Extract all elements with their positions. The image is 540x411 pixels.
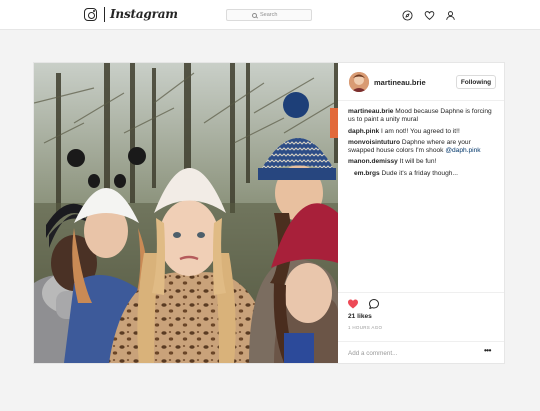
comment-text: I am not!! You agreed to it!! (380, 127, 460, 135)
search-box[interactable] (226, 9, 312, 21)
top-navigation-bar: Instagram (0, 0, 540, 30)
comment-username[interactable]: manon.demissy (348, 158, 398, 165)
logo-divider (104, 7, 105, 22)
author-username[interactable]: martineau.brie (374, 78, 426, 87)
instagram-wordmark[interactable]: Instagram (110, 7, 178, 21)
more-options-icon[interactable]: ••• (484, 346, 491, 355)
profile-icon[interactable] (445, 10, 456, 21)
search-icon (252, 12, 257, 18)
comment-username[interactable]: monvoisintuturo (348, 139, 400, 146)
comment: em.brgs Dude it's a friday though... (348, 170, 498, 178)
post-header: martineau.brie Following (338, 63, 504, 101)
post-side-panel: martineau.brie Following martineau.brie … (338, 63, 504, 363)
post-timestamp: 1 HOURS AGO (348, 325, 383, 330)
post-photo[interactable] (34, 63, 338, 363)
post-actions (338, 292, 504, 309)
likes-count[interactable]: 21 likes (348, 313, 372, 320)
comment: manon.demissy It will be fun! (348, 158, 498, 166)
like-heart-icon[interactable] (347, 298, 359, 310)
comment-bubble-icon[interactable] (368, 298, 380, 310)
add-comment-bar: ••• (338, 341, 504, 363)
comment: monvoisintuturo Daphne where are your sw… (348, 139, 498, 156)
comment-text: Dude it's a friday though... (381, 169, 458, 177)
comment: daph.pink I am not!! You agreed to it!! (348, 128, 498, 136)
instagram-glyph-icon[interactable] (84, 8, 97, 21)
following-button[interactable]: Following (456, 75, 496, 89)
comment-text: It will be fun! (399, 158, 437, 166)
comment: martineau.brie Mood because Daphne is fo… (348, 108, 498, 125)
comment-username[interactable]: em.brgs (354, 170, 380, 177)
explore-compass-icon[interactable] (402, 10, 413, 21)
author-avatar[interactable] (349, 72, 369, 92)
add-comment-input[interactable] (348, 348, 478, 358)
post-card: martineau.brie Following martineau.brie … (33, 62, 505, 364)
group-selfie-image (34, 63, 338, 363)
heart-icon[interactable] (424, 10, 435, 21)
comment-mention-link[interactable]: @daph.pink (445, 147, 480, 154)
comment-username[interactable]: daph.pink (348, 128, 379, 135)
search-input[interactable] (260, 12, 286, 18)
comment-username[interactable]: martineau.brie (348, 108, 393, 115)
comments-list: martineau.brie Mood because Daphne is fo… (348, 108, 498, 181)
